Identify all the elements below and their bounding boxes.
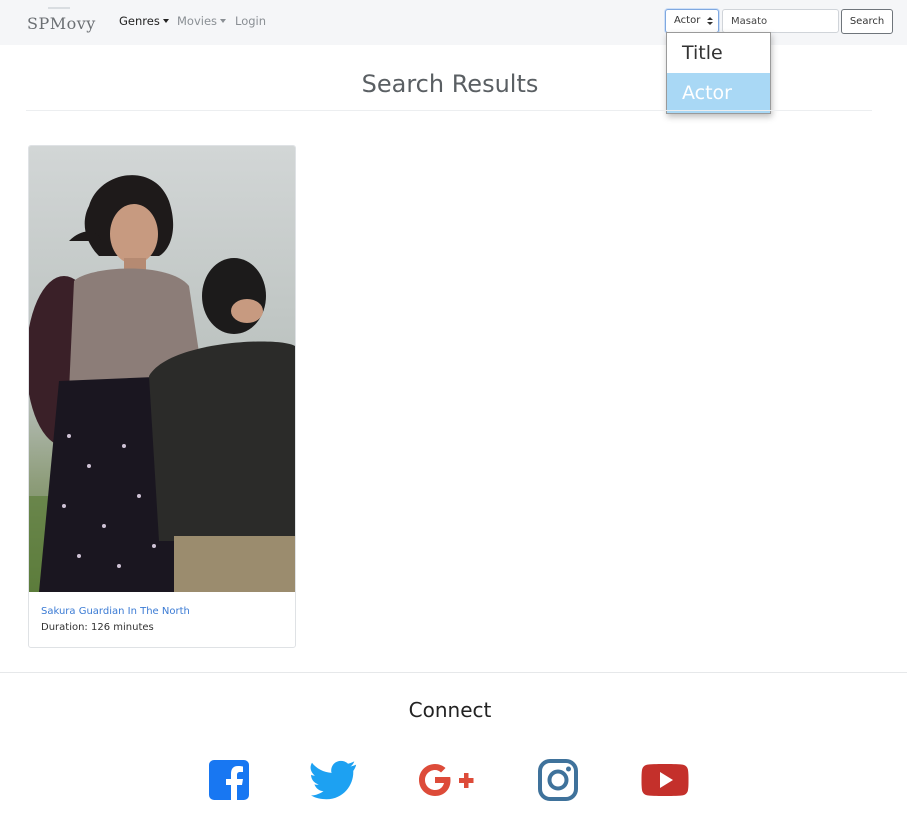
facebook-icon[interactable] [208, 758, 250, 802]
google-plus-icon[interactable] [418, 758, 476, 802]
nav-movies-label: Movies [177, 14, 218, 28]
caret-down-icon [162, 19, 169, 23]
footer-heading: Connect [408, 698, 492, 722]
caret-down-icon [220, 19, 227, 23]
brand-accent [48, 7, 70, 9]
nav-genres-label: Genres [119, 14, 160, 28]
search-button[interactable]: Search [841, 9, 893, 34]
title-divider [26, 110, 872, 111]
select-arrows-icon [707, 17, 713, 25]
page-title: Search Results [361, 70, 539, 98]
instagram-icon[interactable] [537, 758, 579, 802]
movie-poster[interactable] [29, 146, 295, 592]
search-type-value: Actor [674, 15, 701, 26]
movie-duration: Duration: 126 minutes [41, 622, 154, 633]
search-type-select[interactable]: Actor [665, 9, 719, 33]
movie-title-link[interactable]: Sakura Guardian In The North [41, 606, 190, 617]
nav-genres[interactable]: Genres [119, 14, 169, 28]
youtube-icon[interactable] [640, 758, 690, 802]
twitter-icon[interactable] [310, 758, 358, 802]
nav-movies[interactable]: Movies [177, 14, 227, 28]
option-title[interactable]: Title [667, 33, 770, 73]
movie-card: Sakura Guardian In The North Duration: 1… [28, 145, 296, 648]
footer-divider [0, 672, 907, 673]
brand-logo[interactable]: SPMovy [27, 14, 96, 33]
nav-login[interactable]: Login [235, 14, 266, 28]
search-input[interactable]: Masato [722, 9, 839, 33]
